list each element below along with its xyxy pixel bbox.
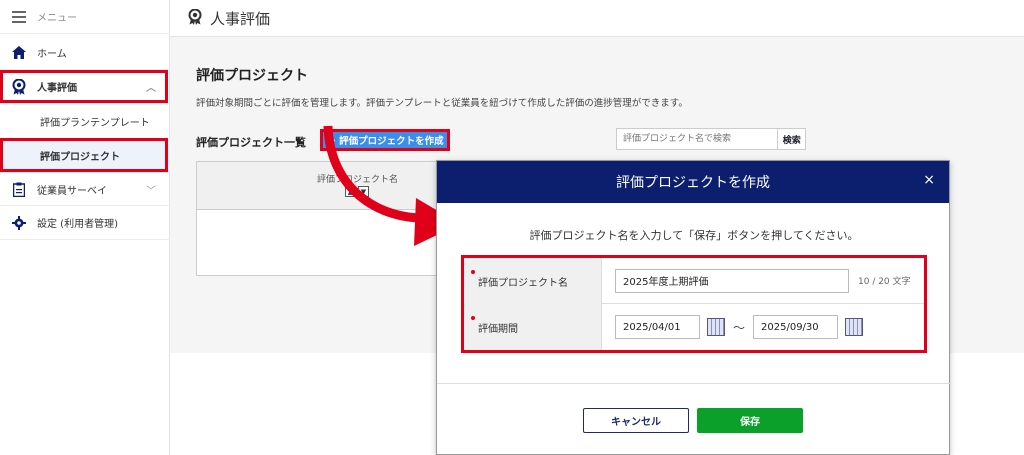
- sidebar-item-label: 評価プランテンプレート: [40, 117, 150, 129]
- close-icon[interactable]: ×: [923, 172, 935, 188]
- sidebar-item-employee-survey[interactable]: 従業員サーベイ ﹀: [0, 172, 170, 206]
- page-title: 人事評価: [210, 9, 271, 28]
- required-marker: [471, 316, 475, 320]
- required-marker: [471, 270, 475, 274]
- calendar-icon[interactable]: [845, 318, 864, 336]
- highlight-box: [0, 138, 168, 172]
- end-date-input[interactable]: 2025/09/30: [753, 315, 839, 339]
- highlight-box: [0, 70, 168, 103]
- label-text: 評価期間: [478, 323, 518, 335]
- clipboard-icon: [11, 181, 27, 197]
- range-separator: ～: [733, 320, 746, 335]
- section-heading: 評価プロジェクト: [196, 68, 308, 84]
- create-project-button[interactable]: ＋ 評価プロジェクトを作成: [320, 129, 450, 151]
- award-icon: [188, 8, 202, 28]
- menu-label: メニュー: [37, 13, 77, 24]
- list-heading: 評価プロジェクト一覧: [196, 136, 306, 149]
- start-date-input[interactable]: 2025/04/01: [615, 315, 700, 339]
- column-header-project-name: 評価プロジェクト名: [317, 175, 399, 185]
- sidebar-item-label: 設定 (利用者管理): [37, 219, 118, 230]
- chevron-down-icon: ﹀: [146, 185, 156, 197]
- sidebar-item-settings[interactable]: 設定 (利用者管理): [0, 206, 170, 240]
- gear-icon: [11, 215, 27, 231]
- char-count: 10 / 20 文字: [858, 277, 911, 287]
- modal-divider: [437, 383, 951, 384]
- field-value-period: 2025/04/01 ～ 2025/09/30: [602, 304, 924, 350]
- sort-down-icon[interactable]: ▼: [358, 186, 369, 197]
- menu-toggle[interactable]: メニュー: [0, 0, 170, 34]
- sort-controls: ▲ ▼: [345, 186, 369, 197]
- sidebar: メニュー ホーム 人事評価 ︿ 評価プランテンプレート 評価プロジェクト 従業員…: [0, 0, 170, 455]
- form-row-name: 評価プロジェクト名 2025年度上期評価 10 / 20 文字: [464, 258, 924, 304]
- sidebar-item-label: ホーム: [37, 49, 67, 60]
- section-description: 評価対象期間ごとに評価を管理します。評価テンプレートと従業員を紐づけて作成した評…: [196, 98, 688, 109]
- hamburger-icon[interactable]: [11, 9, 27, 25]
- calendar-icon[interactable]: [707, 318, 725, 336]
- form-row-period: 評価期間 2025/04/01 ～ 2025/09/30: [464, 304, 924, 350]
- create-project-modal: 評価プロジェクトを作成 × 評価プロジェクト名を入力して「保存」ボタンを押してく…: [436, 160, 951, 455]
- sort-up-icon[interactable]: ▲: [345, 186, 356, 197]
- modal-header: 評価プロジェクトを作成 ×: [437, 161, 949, 203]
- label-text: 評価プロジェクト名: [478, 277, 568, 289]
- project-form: 評価プロジェクト名 2025年度上期評価 10 / 20 文字 評価期間 202…: [461, 255, 927, 353]
- search-input[interactable]: [616, 128, 779, 150]
- home-icon: [11, 45, 27, 61]
- topbar: 人事評価: [170, 0, 1024, 37]
- modal-title: 評価プロジェクトを作成: [616, 175, 770, 191]
- cancel-button[interactable]: キャンセル: [583, 408, 689, 433]
- field-value-name: 2025年度上期評価 10 / 20 文字: [602, 258, 924, 303]
- search-button[interactable]: 検索: [778, 128, 806, 150]
- sidebar-item-evaluation-template[interactable]: 評価プランテンプレート: [0, 104, 170, 138]
- field-label-name: 評価プロジェクト名: [464, 258, 602, 304]
- sidebar-item-home[interactable]: ホーム: [0, 36, 170, 70]
- save-button[interactable]: 保存: [697, 408, 803, 433]
- project-name-input[interactable]: 2025年度上期評価: [615, 268, 849, 293]
- search-bar: 検索: [616, 128, 806, 150]
- sidebar-item-label: 従業員サーベイ: [37, 185, 107, 197]
- field-label-period: 評価期間: [464, 304, 602, 350]
- modal-instruction: 評価プロジェクト名を入力して「保存」ボタンを押してください。: [529, 229, 859, 242]
